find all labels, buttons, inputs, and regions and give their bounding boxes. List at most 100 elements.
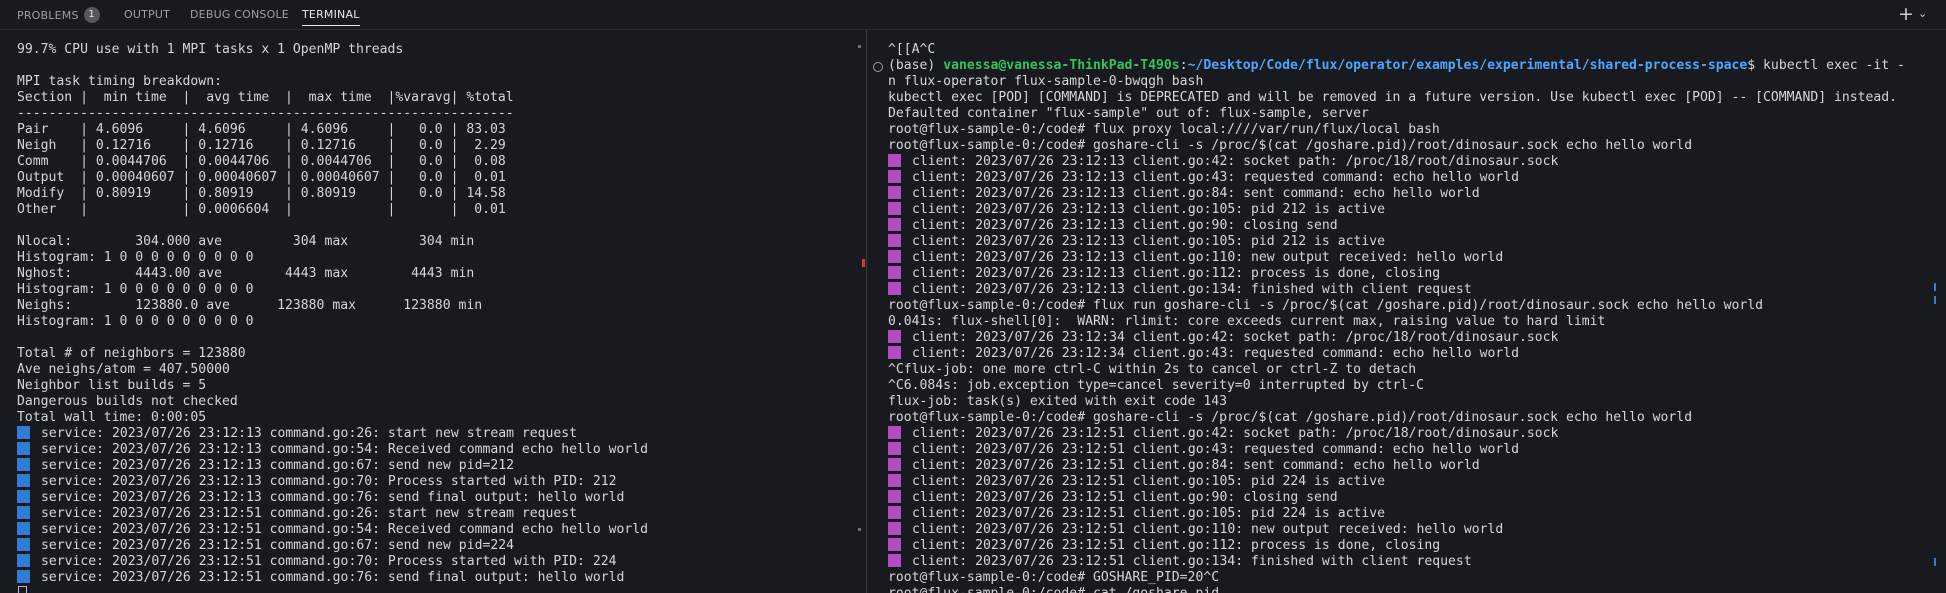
log-text: client: 2023/07/26 23:12:13 client.go:90… (912, 218, 1338, 233)
chevron-down-icon[interactable]: ⌄ (1918, 7, 1927, 20)
panel-tab-bar: PROBLEMS 1 OUTPUT DEBUG CONSOLE TERMINAL … (0, 0, 1946, 30)
terminal-line: client: 2023/07/26 23:12:51 client.go:11… (888, 522, 1930, 538)
log-text: client: 2023/07/26 23:12:51 client.go:13… (912, 554, 1472, 569)
terminal-line: Total # of neighbors = 123880 (17, 346, 246, 361)
new-terminal-icon[interactable]: + (1898, 3, 1914, 25)
blue-square-icon (17, 442, 30, 455)
purple-square-icon (888, 346, 901, 359)
terminal-line: ^Cflux-job: one more ctrl-C within 2s to… (888, 362, 1417, 377)
log-text: client: 2023/07/26 23:12:51 client.go:43… (912, 442, 1519, 457)
prompt-sep: : (1179, 58, 1188, 73)
terminal-line: client: 2023/07/26 23:12:34 client.go:43… (888, 346, 1930, 362)
log-text: client: 2023/07/26 23:12:13 client.go:11… (912, 250, 1504, 265)
terminal-line: Histogram: 1 0 0 0 0 0 0 0 0 0 (17, 250, 254, 265)
terminal-line: client: 2023/07/26 23:12:13 client.go:90… (888, 218, 1930, 234)
terminal-line: 99.7% CPU use with 1 MPI tasks x 1 OpenM… (17, 42, 404, 57)
purple-square-icon (888, 522, 901, 535)
terminal-line: client: 2023/07/26 23:12:51 client.go:43… (888, 442, 1930, 458)
prompt-env: (base) (888, 58, 944, 73)
terminal-line: Neigh | 0.12716 | 0.12716 | 0.12716 | 0.… (17, 138, 506, 153)
terminal-line: root@flux-sample-0:/code# GOSHARE_PID=20… (888, 570, 1220, 585)
log-text: client: 2023/07/26 23:12:13 client.go:10… (912, 234, 1385, 249)
terminal-line: service: 2023/07/26 23:12:13 command.go:… (17, 442, 864, 458)
terminal-line: root@flux-sample-0:/code# goshare-cli -s… (888, 138, 1693, 153)
terminal-line: ^[[A^C (888, 42, 936, 57)
terminal-line: client: 2023/07/26 23:12:13 client.go:10… (888, 202, 1930, 218)
log-text: client: 2023/07/26 23:12:13 client.go:43… (912, 170, 1519, 185)
terminal-line: root@flux-sample-0:/code# goshare-cli -s… (888, 410, 1693, 425)
log-text: client: 2023/07/26 23:12:51 client.go:42… (912, 426, 1559, 441)
terminal-line: client: 2023/07/26 23:12:34 client.go:42… (888, 330, 1930, 346)
log-text: service: 2023/07/26 23:12:13 command.go:… (41, 490, 625, 505)
tab-problems[interactable]: PROBLEMS 1 (17, 7, 100, 24)
terminal-line: service: 2023/07/26 23:12:13 command.go:… (17, 458, 864, 474)
purple-square-icon (888, 490, 901, 503)
purple-square-icon (888, 330, 901, 343)
log-text: client: 2023/07/26 23:12:34 client.go:42… (912, 330, 1559, 345)
terminal-right-output: ^[[A^C (base) vanessa@vanessa-ThinkPad-T4… (888, 42, 1930, 593)
log-text: client: 2023/07/26 23:12:51 client.go:11… (912, 538, 1441, 553)
terminal-line: ^C6.084s: job.exception type=cancel seve… (888, 378, 1425, 393)
terminal-line: (base) vanessa@vanessa-ThinkPad-T490s:~/… (888, 58, 1930, 74)
terminal-line: service: 2023/07/26 23:12:51 command.go:… (17, 538, 864, 554)
terminal-line: Section | min time | avg time | max time… (17, 90, 514, 105)
purple-square-icon (888, 458, 901, 471)
terminal-line: Histogram: 1 0 0 0 0 0 0 0 0 0 (17, 314, 254, 329)
purple-square-icon (888, 554, 901, 567)
log-text: service: 2023/07/26 23:12:13 command.go:… (41, 458, 514, 473)
blue-square-icon (17, 474, 30, 487)
terminal-line: root@flux-sample-0:/code# cat /goshare.p… (888, 586, 1930, 593)
log-text: service: 2023/07/26 23:12:13 command.go:… (41, 426, 578, 441)
purple-square-icon (888, 538, 901, 551)
purple-square-icon (888, 474, 901, 487)
log-text: client: 2023/07/26 23:12:51 client.go:84… (912, 458, 1480, 473)
terminal-line: Histogram: 1 0 0 0 0 0 0 0 0 0 (17, 282, 254, 297)
command-decoration-icon[interactable] (873, 62, 883, 72)
overview-ruler-mark (1934, 296, 1936, 304)
terminal-line: client: 2023/07/26 23:12:51 client.go:11… (888, 538, 1930, 554)
terminal-line: client: 2023/07/26 23:12:51 client.go:42… (888, 426, 1930, 442)
terminal-line: service: 2023/07/26 23:12:51 command.go:… (17, 554, 864, 570)
terminal-line: Modify | 0.80919 | 0.80919 | 0.80919 | 0… (17, 186, 506, 201)
blue-square-icon (17, 490, 30, 503)
blue-square-icon (17, 570, 30, 583)
split-divider[interactable] (866, 30, 867, 593)
blue-square-icon (17, 506, 30, 519)
tab-debug-console[interactable]: DEBUG CONSOLE (190, 8, 289, 21)
tab-problems-label: PROBLEMS (17, 9, 79, 22)
terminal-line: Nghost: 4443.00 ave 4443 max 4443 min (17, 266, 475, 281)
log-text: client: 2023/07/26 23:12:51 client.go:11… (912, 522, 1504, 537)
terminal-left[interactable]: 99.7% CPU use with 1 MPI tasks x 1 OpenM… (0, 30, 864, 593)
terminal-line: client: 2023/07/26 23:12:13 client.go:84… (888, 186, 1930, 202)
tab-terminal[interactable]: TERMINAL (302, 8, 360, 26)
terminal-line: Pair | 4.6096 | 4.6096 | 4.6096 | 0.0 | … (17, 122, 506, 137)
terminal-line: Neighs: 123880.0 ave 123880 max 123880 m… (17, 298, 483, 313)
terminal-line: kubectl exec [POD] [COMMAND] is DEPRECAT… (888, 90, 1898, 105)
terminal-line: client: 2023/07/26 23:12:51 client.go:10… (888, 506, 1930, 522)
terminal-line: n flux-operator flux-sample-0-bwqgh bash (888, 74, 1204, 89)
purple-square-icon (888, 250, 901, 263)
purple-square-icon (888, 202, 901, 215)
terminal-right[interactable]: ^[[A^C (base) vanessa@vanessa-ThinkPad-T4… (868, 30, 1930, 593)
terminal-line: flux-job: task(s) exited with exit code … (888, 394, 1227, 409)
purple-square-icon (888, 234, 901, 247)
log-text: client: 2023/07/26 23:12:13 client.go:10… (912, 202, 1385, 217)
purple-square-icon (888, 186, 901, 199)
purple-square-icon (888, 218, 901, 231)
log-text: client: 2023/07/26 23:12:51 client.go:10… (912, 474, 1385, 489)
blue-square-icon (17, 522, 30, 535)
terminal-line: client: 2023/07/26 23:12:13 client.go:43… (888, 170, 1930, 186)
overview-ruler-mark (1934, 558, 1936, 566)
problems-count-badge: 1 (83, 7, 100, 23)
purple-square-icon (888, 282, 901, 295)
tab-output[interactable]: OUTPUT (124, 8, 170, 21)
terminal-line: Output | 0.00040607 | 0.00040607 | 0.000… (17, 170, 506, 185)
terminal-line: root@flux-sample-0:/code# flux proxy loc… (888, 122, 1440, 137)
terminal-line: root@flux-sample-0:/code# flux run gosha… (888, 298, 1764, 313)
log-text: client: 2023/07/26 23:12:13 client.go:11… (912, 266, 1441, 281)
terminal-line: MPI task timing breakdown: (17, 74, 222, 89)
terminal-line: Nlocal: 304.000 ave 304 max 304 min (17, 234, 475, 249)
purple-square-icon (888, 154, 901, 167)
